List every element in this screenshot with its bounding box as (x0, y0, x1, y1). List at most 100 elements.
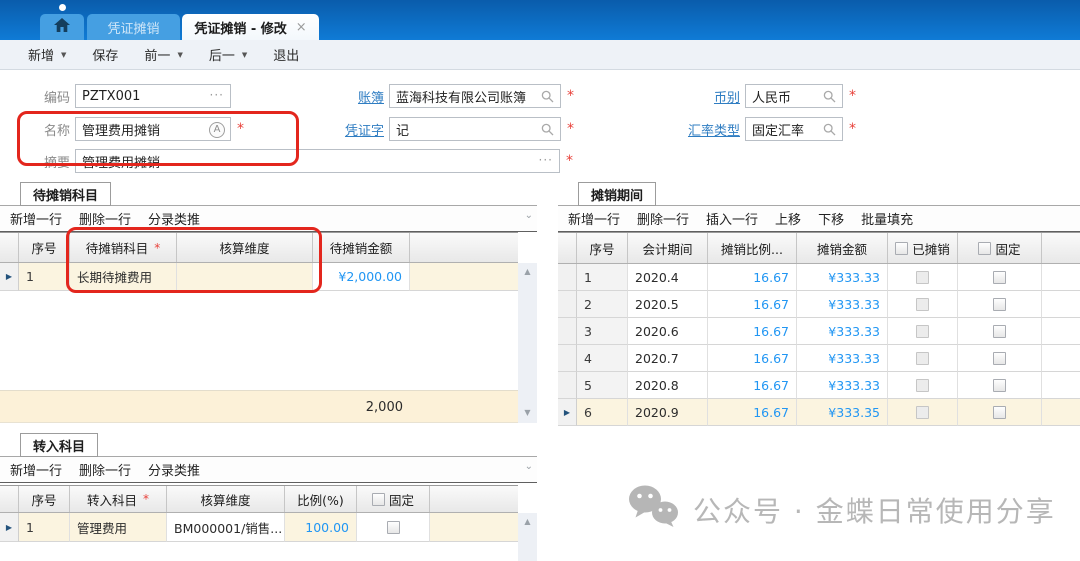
fixed-checkbox[interactable] (993, 298, 1006, 311)
save-button[interactable]: 保存 (92, 45, 118, 64)
column-header-fixed[interactable]: 固定 (357, 486, 430, 512)
voucher-word-input[interactable]: 记 (389, 117, 561, 141)
scroll-down-icon[interactable]: ▼ (518, 408, 537, 417)
chevron-down-icon[interactable]: ▼ (177, 51, 182, 59)
amortized-checkbox[interactable] (916, 379, 929, 392)
multilingual-icon[interactable]: A (209, 122, 225, 138)
amount-cell[interactable]: ¥333.33 (797, 345, 888, 372)
grid-toolbar-item[interactable]: 新增一行 (568, 209, 620, 228)
book-label[interactable]: 账簿 (312, 87, 384, 106)
table-row[interactable]: ▶ 1 管理费用 BM000001/销售... 100.00 (0, 513, 518, 542)
ratio-cell[interactable]: 16.67 (708, 345, 797, 372)
grid-toolbar-item[interactable]: 批量填充 (861, 209, 913, 228)
column-header-subject[interactable]: 待摊销科目* (70, 233, 177, 262)
grid-toolbar-item[interactable]: 分录类推 (148, 209, 200, 228)
column-header-seq[interactable]: 序号 (577, 233, 628, 263)
period-panel-tab[interactable]: 摊销期间 (578, 182, 656, 206)
column-header-ratio[interactable]: 摊销比例... (708, 233, 797, 263)
rate-type-label[interactable]: 汇率类型 (660, 120, 740, 139)
amortized-checkbox[interactable] (916, 406, 929, 419)
amortized-checkbox[interactable] (916, 325, 929, 338)
voucher-word-label[interactable]: 凭证字 (312, 120, 384, 139)
toolbar-more-icon[interactable]: ⌄ (525, 461, 533, 472)
column-header-dimension[interactable]: 核算维度 (167, 486, 285, 512)
amount-cell[interactable]: ¥2,000.00 (313, 263, 410, 291)
column-header-dimension[interactable]: 核算维度 (177, 233, 313, 262)
ratio-cell[interactable]: 16.67 (708, 372, 797, 399)
period-cell[interactable]: 2020.6 (628, 318, 708, 345)
period-cell[interactable]: 2020.8 (628, 372, 708, 399)
tab-voucher-amortization-edit[interactable]: 凭证摊销 - 修改 × (182, 14, 319, 40)
currency-label[interactable]: 币别 (660, 87, 740, 106)
dimension-cell[interactable] (177, 263, 313, 291)
fixed-checkbox[interactable] (993, 406, 1006, 419)
rate-type-input[interactable]: 固定汇率 (745, 117, 843, 141)
table-row[interactable]: ▶ 4 2020.7 16.67 ¥333.33 (558, 345, 1080, 372)
chevron-down-icon[interactable]: ▼ (61, 51, 66, 59)
search-icon[interactable] (540, 89, 555, 104)
table-row[interactable]: ▶ 5 2020.8 16.67 ¥333.33 (558, 372, 1080, 399)
grid-toolbar-item[interactable]: 插入一行 (706, 209, 758, 228)
grid-toolbar-item[interactable]: 上移 (775, 209, 801, 228)
ratio-cell[interactable]: 100.00 (285, 513, 357, 542)
new-button[interactable]: 新增 ▼ (28, 45, 66, 64)
amortized-checkbox[interactable] (916, 298, 929, 311)
grid-toolbar-item[interactable]: 删除一行 (79, 209, 131, 228)
search-icon[interactable] (822, 122, 837, 137)
column-header-fixed[interactable]: 固定 (958, 233, 1042, 263)
table-row[interactable]: ▶ 2 2020.5 16.67 ¥333.33 (558, 291, 1080, 318)
grid-toolbar-item[interactable]: 删除一行 (637, 209, 689, 228)
column-header-period[interactable]: 会计期间 (628, 233, 708, 263)
checkbox[interactable] (895, 242, 908, 255)
pending-scrollbar[interactable]: ▲ ▼ (518, 263, 537, 423)
column-header-subject[interactable]: 转入科目* (70, 486, 167, 512)
amount-cell[interactable]: ¥333.33 (797, 291, 888, 318)
scroll-up-icon[interactable]: ▲ (518, 267, 537, 276)
subject-cell[interactable]: 长期待摊费用 (70, 263, 177, 291)
fixed-checkbox[interactable] (387, 521, 400, 534)
summary-input[interactable]: 管理费用摊销 ··· (75, 149, 560, 173)
table-row[interactable]: ▶ 1 2020.4 16.67 ¥333.33 (558, 264, 1080, 291)
scroll-up-icon[interactable]: ▲ (518, 517, 537, 526)
ratio-cell[interactable]: 16.67 (708, 291, 797, 318)
amount-cell[interactable]: ¥333.33 (797, 372, 888, 399)
checkbox[interactable] (978, 242, 991, 255)
fixed-checkbox[interactable] (993, 325, 1006, 338)
chevron-down-icon[interactable]: ▼ (242, 51, 247, 59)
fixed-checkbox[interactable] (993, 352, 1006, 365)
grid-toolbar-item[interactable]: 新增一行 (10, 460, 62, 479)
table-row[interactable]: ▶ 3 2020.6 16.67 ¥333.33 (558, 318, 1080, 345)
ellipsis-picker-icon[interactable]: ··· (210, 85, 224, 107)
transfer-panel-tab[interactable]: 转入科目 (20, 433, 98, 457)
column-header-seq[interactable]: 序号 (19, 486, 70, 512)
ellipsis-picker-icon[interactable]: ··· (539, 150, 553, 172)
amount-cell[interactable]: ¥333.35 (797, 399, 888, 426)
pending-panel-tab[interactable]: 待摊销科目 (20, 182, 111, 206)
search-icon[interactable] (822, 89, 837, 104)
amortized-checkbox[interactable] (916, 352, 929, 365)
period-cell[interactable]: 2020.9 (628, 399, 708, 426)
tab-home[interactable] (40, 14, 84, 40)
grid-toolbar-item[interactable]: 分录类推 (148, 460, 200, 479)
amount-cell[interactable]: ¥333.33 (797, 264, 888, 291)
name-input[interactable]: 管理费用摊销 A (75, 117, 231, 141)
column-header-amount[interactable]: 摊销金额 (797, 233, 888, 263)
period-cell[interactable]: 2020.7 (628, 345, 708, 372)
dimension-cell[interactable]: BM000001/销售... (167, 513, 285, 542)
exit-button[interactable]: 退出 (273, 45, 299, 64)
ratio-cell[interactable]: 16.67 (708, 264, 797, 291)
close-icon[interactable]: × (296, 20, 307, 35)
book-input[interactable]: 蓝海科技有限公司账簿 (389, 84, 561, 108)
table-row[interactable]: ▶ 6 2020.9 16.67 ¥333.35 (558, 399, 1080, 426)
search-icon[interactable] (540, 122, 555, 137)
period-cell[interactable]: 2020.4 (628, 264, 708, 291)
currency-input[interactable]: 人民币 (745, 84, 843, 108)
grid-toolbar-item[interactable]: 下移 (818, 209, 844, 228)
ratio-cell[interactable]: 16.67 (708, 318, 797, 345)
grid-toolbar-item[interactable]: 新增一行 (10, 209, 62, 228)
column-header-amortized[interactable]: 已摊销 (888, 233, 958, 263)
previous-button[interactable]: 前一 ▼ (144, 45, 182, 64)
tab-voucher-amortization[interactable]: 凭证摊销 (87, 14, 180, 40)
toolbar-more-icon[interactable]: ⌄ (525, 210, 533, 221)
column-header-amount[interactable]: 待摊销金额 (313, 233, 410, 262)
